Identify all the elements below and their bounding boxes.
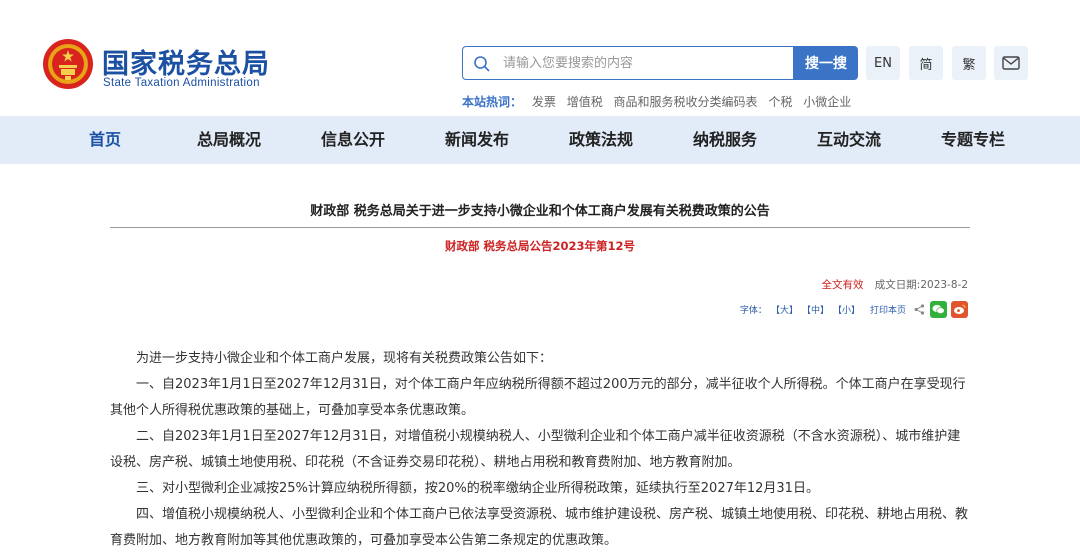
article-date: 成文日期:2023-8-2 xyxy=(874,279,968,291)
font-size-label: 字体： xyxy=(739,306,767,316)
weibo-share-icon[interactable] xyxy=(951,301,968,318)
traditional-chinese-button[interactable]: 繁 xyxy=(952,46,986,80)
article-tools: 字体： 【大】 【中】 【小】 打印本页 xyxy=(740,301,972,318)
hot-word-link[interactable]: 小微企业 xyxy=(803,95,851,109)
article-paragraph: 四、增值税小规模纳税人、小型微利企业和个体工商户已依法享受资源税、城市维护建设税… xyxy=(110,507,969,548)
nav-item-tax-service[interactable]: 纳税服务 xyxy=(693,116,757,164)
simplified-chinese-button[interactable]: 简 xyxy=(909,46,943,80)
hot-word-link[interactable]: 商品和服务税收分类编码表 xyxy=(614,95,758,109)
site-logo-subtitle[interactable]: State Taxation Administration xyxy=(103,77,260,89)
article-paragraph: 三、对小型微利企业减按25%计算应纳税所得额，按20%的税率缴纳企业所得税政策，… xyxy=(136,481,819,496)
english-button[interactable]: EN xyxy=(866,46,900,80)
nav-item-special[interactable]: 专题专栏 xyxy=(941,116,1005,164)
site-logo-title[interactable]: 国家税务总局 xyxy=(102,42,270,81)
nav-item-interaction[interactable]: 互动交流 xyxy=(817,116,881,164)
hot-words-bar: 本站热词： 发票 增值税 商品和服务税收分类编码表 个税 小微企业 xyxy=(462,93,858,110)
hot-word-link[interactable]: 发票 xyxy=(532,95,556,109)
wechat-share-icon[interactable] xyxy=(930,301,947,318)
article-meta: 全文有效 成文日期:2023-8-2 xyxy=(821,277,968,292)
nav-item-disclosure[interactable]: 信息公开 xyxy=(321,116,385,164)
article-paragraph: 二、自2023年1月1日至2027年12月31日，对增值税小规模纳税人、小型微利… xyxy=(110,429,961,470)
nav-item-home[interactable]: 首页 xyxy=(89,116,121,164)
main-nav: 首页 总局概况 信息公开 新闻发布 政策法规 纳税服务 互动交流 专题专栏 xyxy=(0,116,1080,164)
mail-icon xyxy=(1002,56,1020,70)
search-input[interactable] xyxy=(503,53,783,73)
article-title: 财政部 税务总局关于进一步支持小微企业和个体工商户发展有关税费政策的公告 xyxy=(310,204,770,219)
article-paragraph: 一、自2023年1月1日至2027年12月31日，对个体工商户年应纳税所得额不超… xyxy=(110,377,966,418)
font-large-button[interactable]: 【大】 xyxy=(771,303,798,316)
national-emblem-icon[interactable] xyxy=(42,38,94,90)
title-divider xyxy=(110,227,970,228)
font-small-button[interactable]: 【小】 xyxy=(833,303,860,316)
hot-word-link[interactable]: 增值税 xyxy=(567,95,603,109)
search-box[interactable] xyxy=(462,46,794,80)
validity-status: 全文有效 xyxy=(821,279,864,291)
font-medium-button[interactable]: 【中】 xyxy=(802,303,829,316)
hot-words-label: 本站热词： xyxy=(462,95,523,109)
article-paragraph: 为进一步支持小微企业和个体工商户发展，现将有关税费政策公告如下： xyxy=(136,351,553,366)
nav-item-overview[interactable]: 总局概况 xyxy=(197,116,261,164)
search-button[interactable]: 搜一搜 xyxy=(794,46,858,80)
document-number: 财政部 税务总局公告2023年第12号 xyxy=(444,239,635,253)
site-header: 国家税务总局 State Taxation Administration 搜一搜… xyxy=(0,0,1080,116)
nav-item-news[interactable]: 新闻发布 xyxy=(445,116,509,164)
mail-button[interactable] xyxy=(994,46,1028,80)
share-icon[interactable] xyxy=(914,304,925,315)
nav-item-policy[interactable]: 政策法规 xyxy=(569,116,633,164)
article-body: 为进一步支持小微企业和个体工商户发展，现将有关税费政策公告如下： 一、自2023… xyxy=(110,346,972,554)
search-icon xyxy=(474,56,490,72)
print-button[interactable]: 打印本页 xyxy=(870,303,906,316)
hot-word-link[interactable]: 个税 xyxy=(768,95,792,109)
